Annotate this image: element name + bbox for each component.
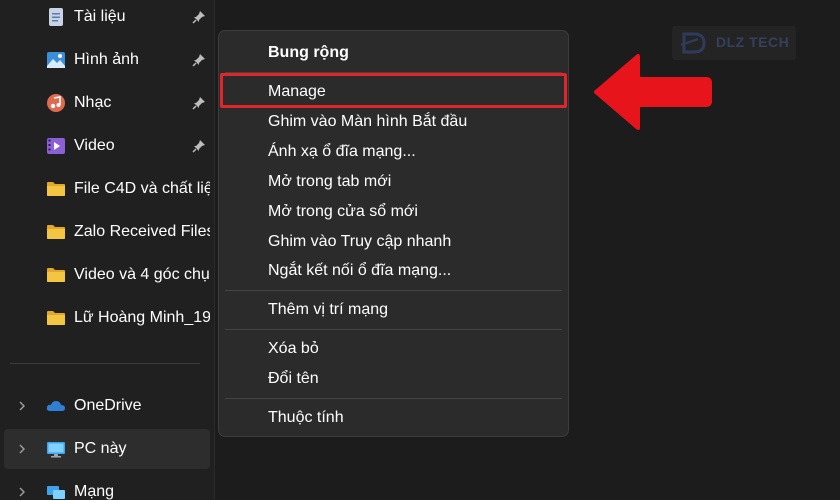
highlight-annotation <box>220 73 567 108</box>
sidebar-item-folder[interactable]: Lữ Hoàng Minh_19 <box>0 298 215 338</box>
music-icon <box>47 94 65 112</box>
sidebar-item-this-pc[interactable]: PC này <box>4 429 210 469</box>
cloud-icon <box>46 401 65 411</box>
menu-item-add-network-location[interactable]: Thêm vị trí mạng <box>268 300 388 320</box>
menu-item-map-network-drive[interactable]: Ánh xạ ổ đĩa mạng... <box>268 142 416 162</box>
menu-item-properties[interactable]: Thuộc tính <box>268 408 344 428</box>
sidebar-item-folder[interactable]: Zalo Received Files <box>0 212 215 252</box>
menu-item-pin-quick-access[interactable]: Ghim vào Truy cập nhanh <box>268 232 451 252</box>
menu-item-rename[interactable]: Đổi tên <box>268 369 319 389</box>
sidebar-item-label: Zalo Received Files <box>74 223 210 240</box>
sidebar-divider <box>10 363 200 364</box>
navigation-pane: Tài liệu Hình ảnh Nhạc Video File C4D và… <box>0 0 215 500</box>
sidebar-item-documents[interactable]: Tài liệu <box>0 0 215 37</box>
pane-divider <box>214 0 215 500</box>
sidebar-item-label: PC này <box>74 440 127 457</box>
network-icon <box>47 486 65 499</box>
pin-icon[interactable] <box>192 96 206 110</box>
chevron-right-icon[interactable] <box>17 486 27 498</box>
menu-item-open-new-tab[interactable]: Mở trong tab mới <box>268 172 391 192</box>
menu-separator <box>225 398 562 399</box>
folder-icon <box>47 225 65 239</box>
sidebar-item-folder[interactable]: File C4D và chất liệu <box>0 169 215 209</box>
menu-item-open-new-window[interactable]: Mở trong cửa sổ mới <box>268 202 418 222</box>
sidebar-item-label: Hình ảnh <box>74 51 139 68</box>
pin-icon[interactable] <box>192 53 206 67</box>
sidebar-item-label: Video <box>74 137 115 154</box>
sidebar-item-label: Video và 4 góc chụp <box>74 266 210 283</box>
folder-icon <box>47 268 65 282</box>
chevron-right-icon[interactable] <box>17 443 27 455</box>
sidebar-item-onedrive[interactable]: OneDrive <box>0 386 215 426</box>
sidebar-item-label: Mạng <box>74 483 115 500</box>
sidebar-item-label: Tài liệu <box>74 8 126 25</box>
menu-item-disconnect-drive[interactable]: Ngắt kết nối ổ đĩa mạng... <box>268 261 451 281</box>
sidebar-item-videos[interactable]: Video <box>0 126 215 166</box>
menu-separator <box>225 290 562 291</box>
menu-item-expand[interactable]: Bung rộng <box>268 43 349 63</box>
pin-icon[interactable] <box>192 10 206 24</box>
sidebar-item-pictures[interactable]: Hình ảnh <box>0 40 215 80</box>
pictures-icon <box>47 52 65 68</box>
sidebar-item-label: File C4D và chất liệu <box>74 180 210 197</box>
sidebar-item-folder[interactable]: Video và 4 góc chụp <box>0 255 215 295</box>
sidebar-item-music[interactable]: Nhạc <box>0 83 215 123</box>
folder-icon <box>47 182 65 196</box>
monitor-icon <box>47 442 65 458</box>
folder-icon <box>47 311 65 325</box>
arrow-left-annotation-icon <box>594 54 712 130</box>
watermark-text: DLZ TECH <box>716 34 790 50</box>
menu-item-delete[interactable]: Xóa bỏ <box>268 339 319 359</box>
sidebar-item-label: Lữ Hoàng Minh_19 <box>74 309 210 326</box>
sidebar-item-label: Nhạc <box>74 94 112 111</box>
menu-separator <box>225 329 562 330</box>
chevron-right-icon[interactable] <box>17 400 27 412</box>
explorer-window: Tài liệu Hình ảnh Nhạc Video File C4D và… <box>0 0 840 500</box>
pin-icon[interactable] <box>192 139 206 153</box>
menu-item-pin-start[interactable]: Ghim vào Màn hình Bắt đầu <box>268 112 467 132</box>
sidebar-item-network[interactable]: Mạng <box>0 472 215 500</box>
videos-icon <box>47 138 65 154</box>
documents-icon <box>49 8 63 26</box>
sidebar-item-label: OneDrive <box>74 397 142 414</box>
